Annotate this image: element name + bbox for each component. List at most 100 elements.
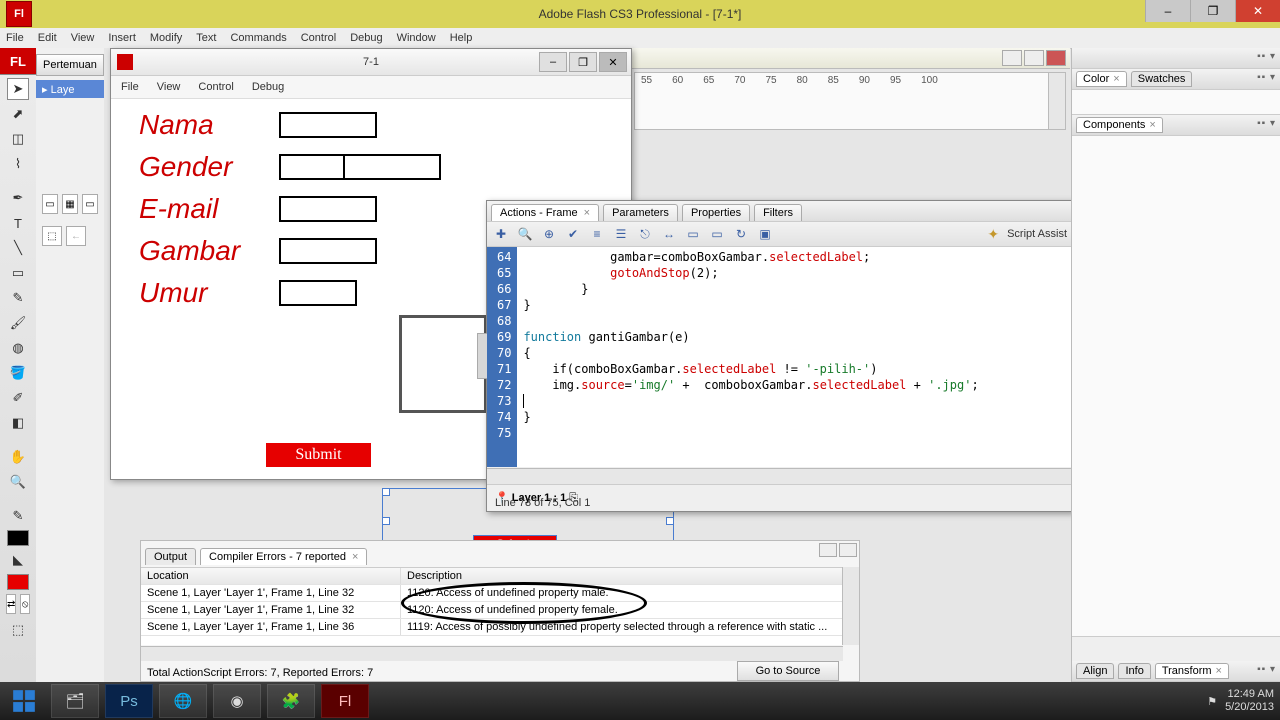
menu-file[interactable]: File (6, 32, 24, 44)
radio-gender-1[interactable] (279, 154, 343, 180)
pin-icon[interactable]: ▣ (757, 226, 773, 242)
tab-swatches[interactable]: Swatches (1131, 71, 1193, 87)
tab-output[interactable]: Output (145, 548, 196, 565)
maximize-button[interactable]: ❐ (1190, 0, 1235, 22)
tray-clock[interactable]: 12:49 AM 5/20/2013 (1225, 688, 1274, 714)
minimize-button[interactable]: – (1145, 0, 1190, 22)
input-umur[interactable] (279, 280, 357, 306)
line-tool[interactable]: ╲ (7, 237, 29, 259)
lasso-tool[interactable]: ⌇ (7, 153, 29, 175)
panel-options-icon[interactable]: ▪▪ ▾ (1257, 51, 1276, 62)
preview-menu-debug[interactable]: Debug (252, 81, 284, 93)
timeline-vscrollbar[interactable] (1048, 73, 1065, 129)
taskbar-explorer[interactable]: 🗂 (51, 684, 99, 718)
free-transform-tool[interactable]: ◫ (7, 128, 29, 150)
tab-info[interactable]: Info (1118, 663, 1150, 679)
menu-debug[interactable]: Debug (350, 32, 382, 44)
errors-vscrollbar[interactable] (842, 567, 859, 645)
eyedropper-tool[interactable]: ✐ (7, 387, 29, 409)
taskbar-chrome[interactable]: ◉ (213, 684, 261, 718)
find-icon[interactable]: 🔍 (517, 226, 533, 242)
comment-icon[interactable]: ▭ (709, 226, 725, 242)
error-row[interactable]: Scene 1, Layer 'Layer 1', Frame 1, Line … (141, 585, 843, 602)
doc-max-button[interactable] (1024, 50, 1044, 66)
tab-align[interactable]: Align (1076, 663, 1114, 679)
tab-filters[interactable]: Filters (754, 204, 802, 221)
menu-view[interactable]: View (71, 32, 95, 44)
collapse-icon[interactable]: ↔ (661, 226, 677, 242)
code-editor[interactable]: 64 65 66 67 68 69 70 71 72 73 74 75 gamb… (487, 247, 1073, 467)
taskbar-photoshop[interactable]: Ps (105, 684, 153, 718)
debug-icon[interactable]: ⎋ (637, 226, 653, 242)
code-content[interactable]: gambar=comboBoxGambar.selectedLabel; got… (517, 247, 984, 467)
tab-properties[interactable]: Properties (682, 204, 750, 221)
menu-control[interactable]: Control (301, 32, 336, 44)
panel-options-icon[interactable]: ▪▪ ▾ (1257, 664, 1276, 675)
no-color-icon[interactable]: ⦸ (20, 594, 30, 614)
hand-tool[interactable]: ✋ (7, 446, 29, 468)
timeline-btn-4[interactable]: ⬚ (42, 226, 62, 246)
timeline-btn-3[interactable]: ▭ (82, 194, 98, 214)
doc-close-button[interactable] (1046, 50, 1066, 66)
target-icon[interactable]: ⊕ (541, 226, 557, 242)
auto-format-icon[interactable]: ≡ (589, 226, 605, 242)
brush-tool[interactable]: 🖌 (7, 312, 29, 334)
panel-close-icon[interactable] (839, 543, 857, 557)
menu-window[interactable]: Window (397, 32, 436, 44)
close-icon[interactable]: × (352, 551, 358, 563)
panel-options-icon[interactable]: ▪▪ ▾ (1257, 72, 1276, 83)
script-assist-button[interactable]: Script Assist (1007, 228, 1067, 240)
menu-insert[interactable]: Insert (108, 32, 136, 44)
menu-modify[interactable]: Modify (150, 32, 182, 44)
scene-tab[interactable]: Pertemuan (36, 54, 104, 76)
timeline-ruler[interactable]: 55 60 65 70 75 80 85 90 95 100 (634, 72, 1066, 130)
doc-min-button[interactable] (1002, 50, 1022, 66)
snap-tool[interactable]: ⬚ (7, 619, 29, 641)
error-row[interactable]: Scene 1, Layer 'Layer 1', Frame 1, Line … (141, 619, 843, 636)
preview-min-button[interactable]: – (539, 52, 567, 72)
preview-max-button[interactable]: ❐ (569, 52, 597, 72)
paint-bucket-tool[interactable]: 🪣 (7, 362, 29, 384)
tab-actions[interactable]: Actions - Frame× (491, 204, 599, 221)
stroke-swatch[interactable] (7, 530, 29, 546)
tab-parameters[interactable]: Parameters (603, 204, 678, 221)
add-script-icon[interactable]: ✚ (493, 226, 509, 242)
menu-commands[interactable]: Commands (230, 32, 286, 44)
tab-color[interactable]: Color× (1076, 71, 1127, 87)
pen-tool[interactable]: ✒ (7, 187, 29, 209)
panel-options-icon[interactable]: ▪▪ ▾ (1257, 118, 1276, 129)
preview-close-button[interactable]: ✕ (599, 52, 627, 72)
errors-hscrollbar[interactable] (141, 646, 843, 661)
timeline-btn-2[interactable]: ▦ (62, 194, 78, 214)
tab-transform[interactable]: Transform× (1155, 663, 1229, 679)
input-nama[interactable] (279, 112, 377, 138)
taskbar-flash[interactable]: Fl (321, 684, 369, 718)
submit-button[interactable]: Submit (266, 443, 371, 467)
error-row[interactable]: Scene 1, Layer 'Layer 1', Frame 1, Line … (141, 602, 843, 619)
close-icon[interactable]: × (584, 207, 590, 219)
start-button[interactable] (0, 682, 48, 720)
text-tool[interactable]: T (7, 212, 29, 234)
preview-menu-control[interactable]: Control (198, 81, 233, 93)
wand-icon[interactable]: ✦ (987, 226, 999, 243)
tray-flag-icon[interactable]: ⚑ (1207, 695, 1217, 708)
selection-tool[interactable]: ➤ (7, 78, 29, 100)
ink-bottle-tool[interactable]: ◍ (7, 337, 29, 359)
fill-color-icon[interactable]: ◣ (7, 549, 29, 571)
menu-edit[interactable]: Edit (38, 32, 57, 44)
code-hscrollbar[interactable] (487, 468, 1073, 485)
errors-grid[interactable]: Location Description Source Scene 1, Lay… (141, 567, 843, 645)
code-hint-icon[interactable]: ☰ (613, 226, 629, 242)
tab-compiler-errors[interactable]: Compiler Errors - 7 reported× (200, 548, 367, 565)
menu-text[interactable]: Text (196, 32, 216, 44)
close-button[interactable]: ✕ (1235, 0, 1280, 22)
panel-min-icon[interactable] (819, 543, 837, 557)
col-description[interactable]: Description (401, 568, 843, 584)
taskbar-app[interactable]: 🧩 (267, 684, 315, 718)
menu-help[interactable]: Help (450, 32, 473, 44)
pencil-tool[interactable]: ✎ (7, 287, 29, 309)
eraser-tool[interactable]: ◧ (7, 412, 29, 434)
subselection-tool[interactable]: ⬈ (7, 103, 29, 125)
stroke-color-icon[interactable]: ✎ (7, 505, 29, 527)
preview-menu-file[interactable]: File (121, 81, 139, 93)
